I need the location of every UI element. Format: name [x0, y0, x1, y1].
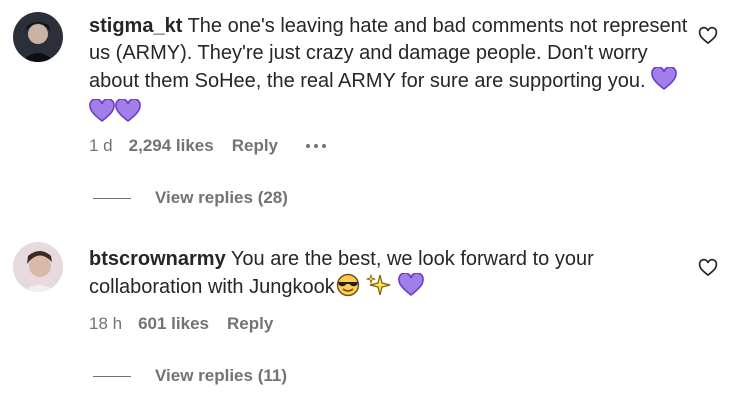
like-heart-icon[interactable]: [698, 258, 718, 278]
comment-meta: 18 h 601 likes Reply: [89, 314, 273, 334]
view-replies-button[interactable]: View replies (11): [93, 366, 287, 386]
comment-text: btscrownarmy You are the best, we look f…: [89, 246, 689, 305]
comment-time[interactable]: 1 d: [89, 136, 113, 156]
purple-heart-emoji: [651, 66, 678, 99]
sparkles-emoji: [366, 273, 392, 305]
reply-button[interactable]: Reply: [232, 136, 278, 156]
purple-heart-emoji: [89, 98, 115, 131]
smiling-face-with-sunglasses-emoji: [335, 273, 361, 305]
comment-likes[interactable]: 2,294 likes: [129, 136, 214, 156]
comment-meta: 1 d 2,294 likes Reply: [89, 136, 327, 156]
comment-text: stigma_kt The one's leaving hate and bad…: [89, 13, 689, 131]
reply-button[interactable]: Reply: [227, 314, 273, 334]
divider-line: [93, 375, 131, 377]
comment-username[interactable]: btscrownarmy: [89, 248, 226, 270]
view-replies-label: View replies (11): [155, 366, 287, 385]
avatar[interactable]: [13, 12, 63, 62]
view-replies-label: View replies (28): [155, 188, 288, 207]
more-options-icon[interactable]: [306, 144, 327, 148]
comment-time[interactable]: 18 h: [89, 314, 122, 334]
comment-likes[interactable]: 601 likes: [138, 314, 209, 334]
avatar[interactable]: [13, 242, 63, 292]
divider-line: [93, 197, 131, 199]
purple-heart-emoji: [398, 272, 424, 305]
comment-username[interactable]: stigma_kt: [89, 15, 182, 37]
like-heart-icon[interactable]: [698, 26, 718, 46]
view-replies-button[interactable]: View replies (28): [93, 188, 288, 208]
purple-heart-emoji: [115, 98, 141, 131]
